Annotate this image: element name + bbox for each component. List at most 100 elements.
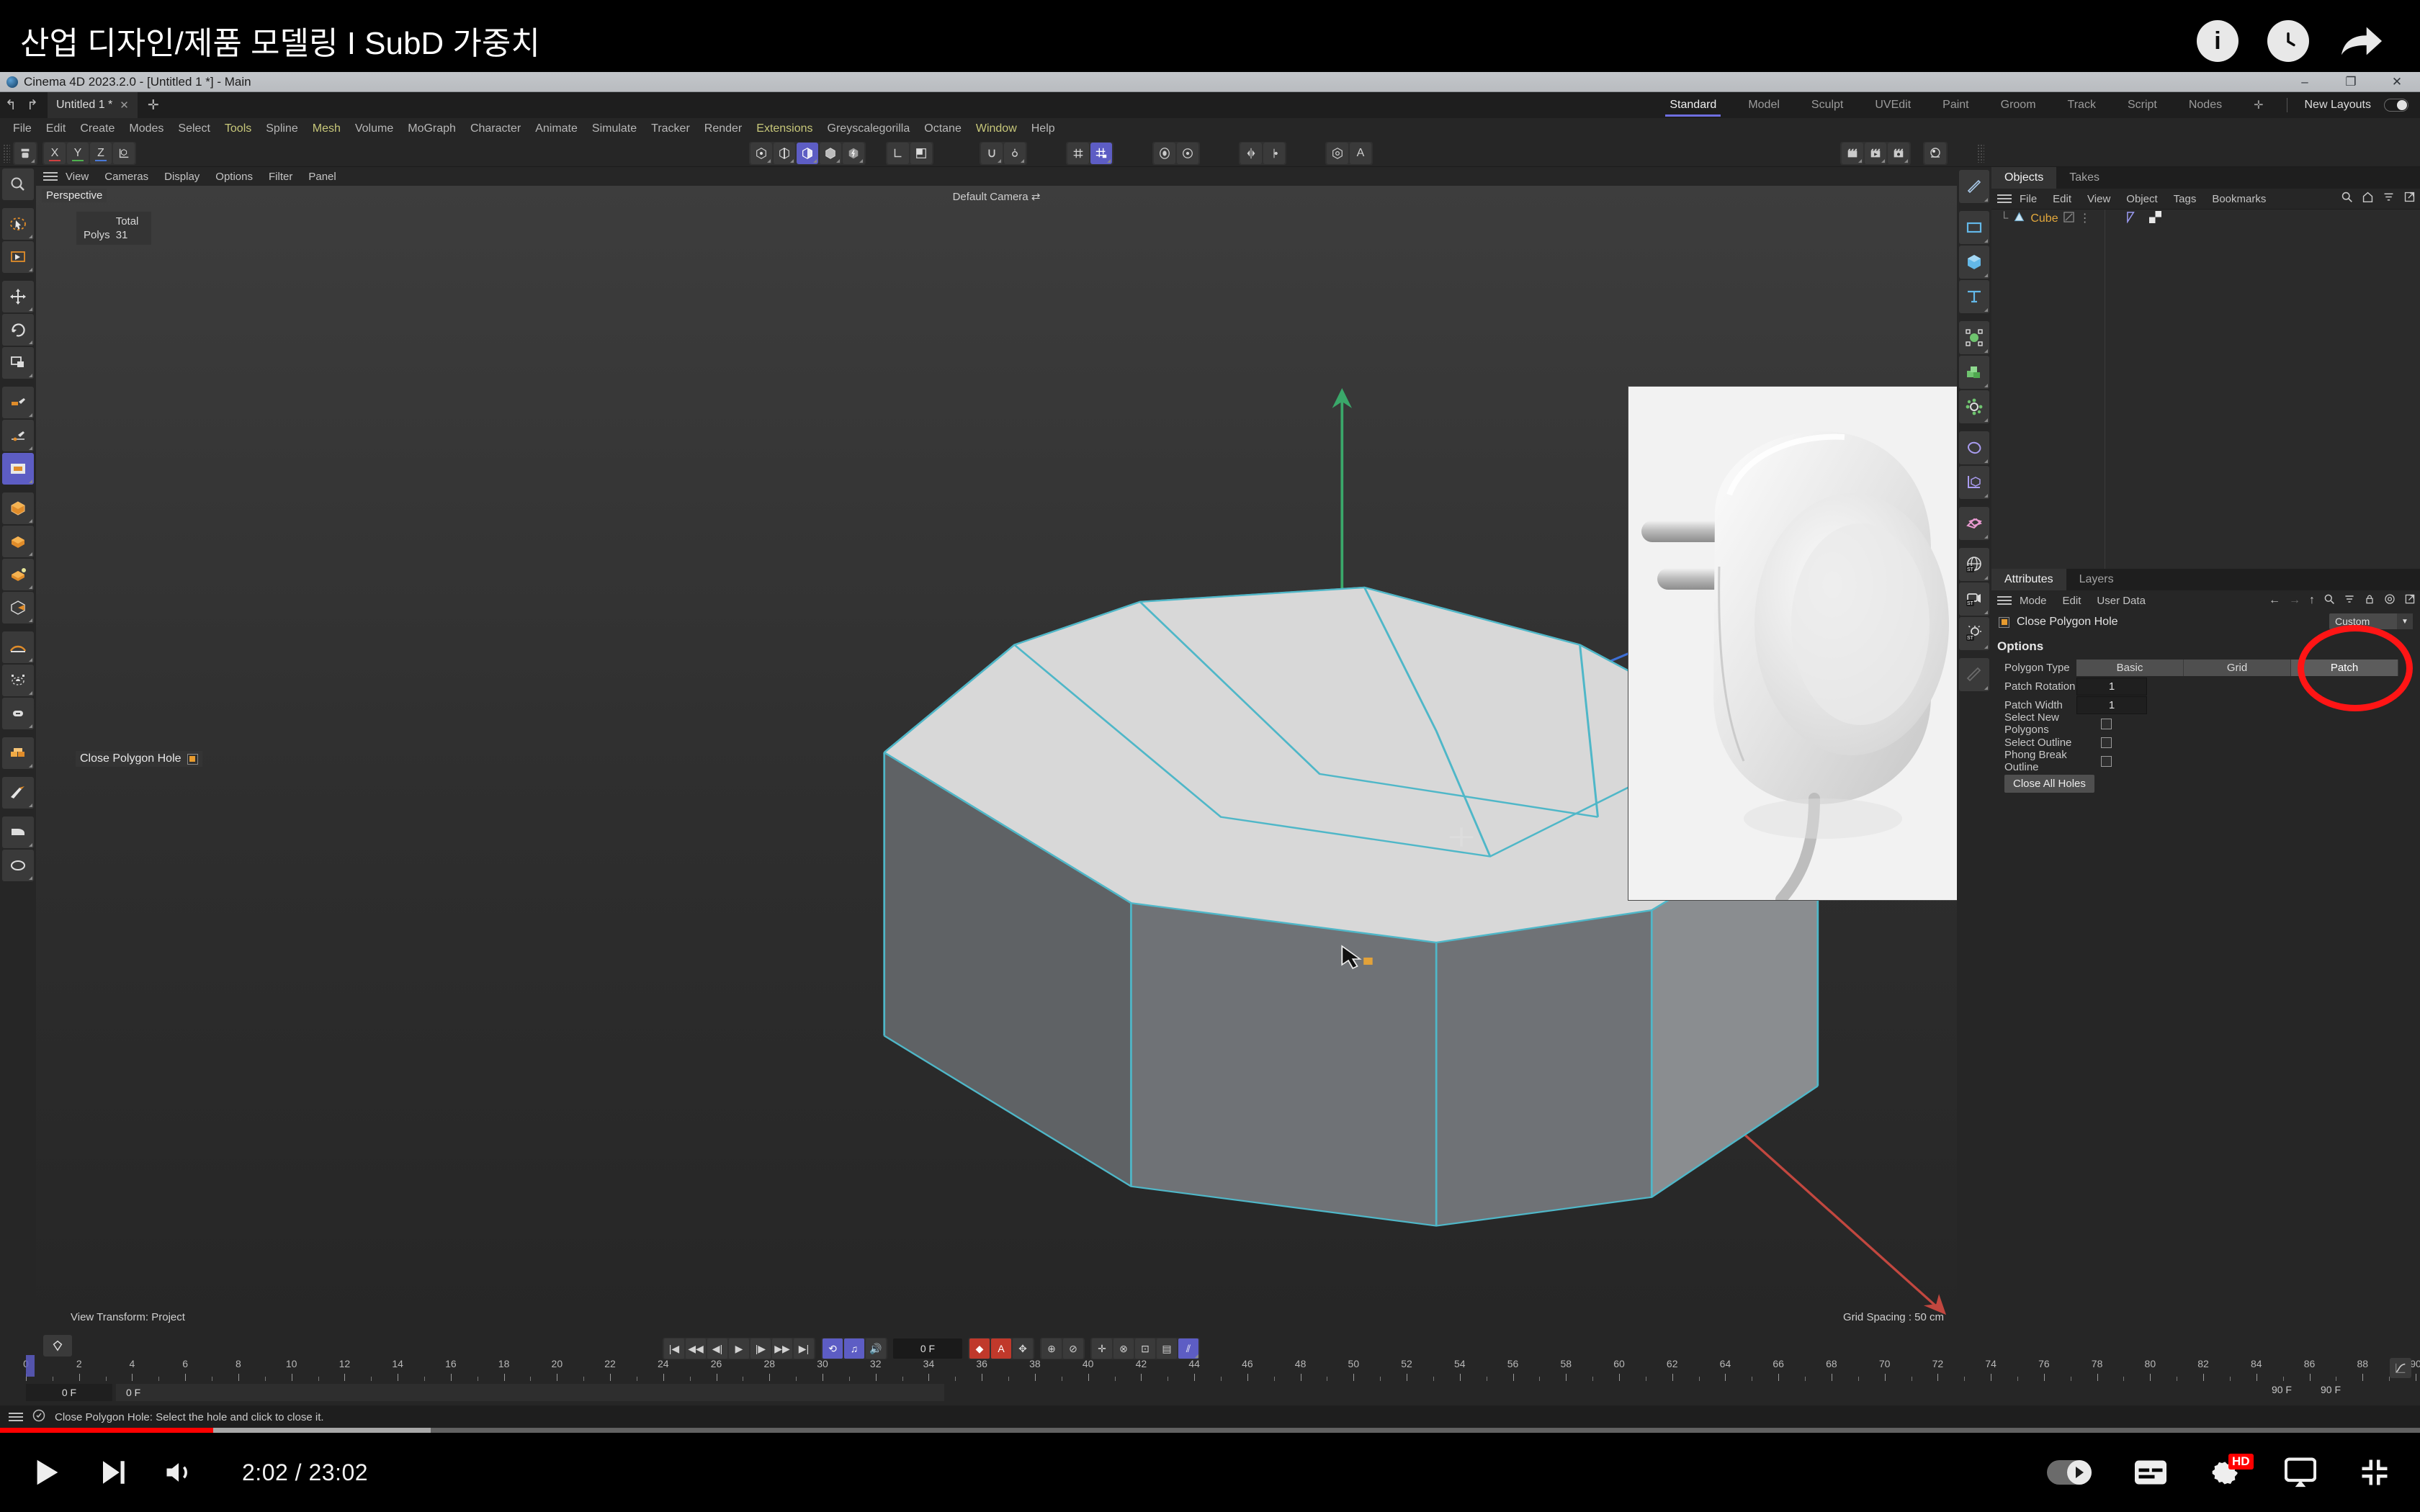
timeline-keys-button[interactable]: ▤	[1157, 1338, 1177, 1359]
viewport-solo-icon[interactable]	[1154, 142, 1175, 164]
record-keyframe-button[interactable]: ◆	[969, 1338, 990, 1359]
attributes-lock-icon[interactable]	[2364, 593, 2375, 608]
exit-fullscreen-icon[interactable]	[2360, 1457, 2390, 1488]
clock-icon[interactable]	[2267, 20, 2309, 62]
objects-menu-view[interactable]: View	[2079, 193, 2118, 205]
status-menu-icon[interactable]	[7, 1413, 23, 1421]
menu-extensions[interactable]: Extensions	[749, 122, 820, 135]
object-axis-icon[interactable]	[887, 142, 909, 164]
viewport-menu-cameras[interactable]: Cameras	[97, 171, 156, 183]
light-object-icon[interactable]: ST	[1959, 617, 1989, 650]
menu-file[interactable]: File	[6, 122, 39, 135]
menu-edit[interactable]: Edit	[39, 122, 73, 135]
attributes-forward-icon[interactable]: →	[2289, 594, 2300, 607]
next-key-button[interactable]: ▶▶	[772, 1338, 792, 1359]
object-tree[interactable]: └ Cube ⋮	[1991, 209, 2420, 569]
youtube-progress-bar[interactable]	[0, 1428, 2420, 1433]
timeline-curve-icon[interactable]	[2390, 1358, 2411, 1378]
menu-animate[interactable]: Animate	[528, 122, 585, 135]
redo-icon[interactable]: ↱	[22, 92, 43, 118]
viewport-settings-icon[interactable]	[1177, 142, 1198, 164]
timeline-range-field[interactable]: 0 F	[116, 1384, 944, 1401]
play-icon[interactable]	[30, 1455, 63, 1490]
attributes-back-icon[interactable]: ←	[2269, 594, 2280, 607]
timeline-ruler[interactable]: 0246810121416182022242628303234363840424…	[23, 1358, 2420, 1382]
symmetry-settings-icon[interactable]	[1263, 142, 1285, 164]
sky-object-icon[interactable]: ST	[1959, 548, 1989, 581]
restore-button[interactable]: ❐	[2328, 72, 2374, 92]
objects-menu-tags[interactable]: Tags	[2166, 193, 2205, 205]
timeline-start-field[interactable]: 0 F	[26, 1384, 112, 1401]
close-all-holes-button[interactable]: Close All Holes	[2004, 775, 2094, 793]
close-document-icon[interactable]: ✕	[120, 99, 129, 112]
preset-dropdown[interactable]: Custom ▼	[2329, 613, 2413, 629]
matrix-extrude-icon[interactable]	[2, 592, 34, 624]
menu-mesh[interactable]: Mesh	[305, 122, 348, 135]
phong-break-outline-checkbox[interactable]	[2101, 755, 2112, 767]
point-mode-icon[interactable]	[750, 142, 772, 164]
layout-tab-model[interactable]: Model	[1732, 92, 1796, 118]
effector-icon[interactable]	[1959, 390, 1989, 423]
workplane-icon[interactable]	[1067, 142, 1089, 164]
autokey-button[interactable]: A	[991, 1338, 1011, 1359]
layout-tab-track[interactable]: Track	[2052, 92, 2112, 118]
model-mode-icon[interactable]	[820, 142, 841, 164]
objects-menu-bookmarks[interactable]: Bookmarks	[2204, 193, 2274, 205]
go-to-start-button[interactable]: |◀	[664, 1338, 684, 1359]
brick-tool-icon[interactable]	[2, 737, 34, 769]
param-key-button[interactable]: ⊗	[1113, 1338, 1134, 1359]
info-icon[interactable]: i	[2197, 20, 2238, 62]
polygon-type-basic[interactable]: Basic	[2076, 659, 2184, 676]
menu-octane[interactable]: Octane	[917, 122, 969, 135]
layout-tab-sculpt[interactable]: Sculpt	[1796, 92, 1859, 118]
layout-tab-script[interactable]: Script	[2112, 92, 2173, 118]
workplane-lock-icon[interactable]	[1090, 142, 1112, 164]
objects-menu-icon[interactable]	[1996, 194, 2012, 203]
mograph-fracture-icon[interactable]	[1959, 356, 1989, 389]
undo-tool-icon[interactable]	[14, 142, 36, 164]
select-outline-checkbox[interactable]	[2101, 737, 2112, 748]
timeline-playhead[interactable]	[26, 1355, 35, 1377]
objects-search-icon[interactable]	[2341, 191, 2353, 207]
object-name[interactable]: Cube	[2030, 212, 2058, 225]
objects-popout-icon[interactable]	[2403, 191, 2416, 207]
timeline-end-field-1[interactable]: 90 F	[2272, 1384, 2292, 1395]
subtitles-icon[interactable]	[2135, 1459, 2166, 1485]
toolbar-grip-right[interactable]	[1977, 143, 1984, 163]
tab-takes[interactable]: Takes	[2056, 167, 2112, 189]
annotation-icon[interactable]: A	[1350, 142, 1371, 164]
layout-tab-nodes[interactable]: Nodes	[2173, 92, 2238, 118]
layout-lock-toggle[interactable]	[2384, 99, 2408, 112]
attributes-menu-mode[interactable]: Mode	[2012, 595, 2055, 607]
material-sphere-icon[interactable]	[1924, 142, 1946, 164]
new-layouts-label[interactable]: New Layouts	[2295, 92, 2382, 118]
axis-lock-z[interactable]: Z	[90, 142, 112, 164]
material-tag-icon[interactable]	[2148, 211, 2161, 227]
enable-axis-icon[interactable]	[910, 142, 932, 164]
bevel-tool-icon[interactable]	[2, 492, 34, 524]
scale-key-button[interactable]: ✛	[1092, 1338, 1112, 1359]
tab-layers[interactable]: Layers	[2066, 569, 2127, 590]
axis-lock-y[interactable]: Y	[67, 142, 89, 164]
texture-mode-icon[interactable]	[843, 142, 864, 164]
weld-tool-icon[interactable]	[2, 665, 34, 696]
attributes-filter-icon[interactable]	[2344, 593, 2355, 608]
menu-spline[interactable]: Spline	[259, 122, 305, 135]
slide-tool-icon[interactable]	[2, 698, 34, 729]
scale-tool-icon[interactable]	[2, 347, 34, 379]
deformer-icon[interactable]	[1959, 431, 1989, 464]
camera-object-icon[interactable]: ST	[1959, 582, 1989, 616]
toolbar-grip[interactable]	[3, 143, 10, 163]
edge-mode-icon[interactable]	[774, 142, 795, 164]
render-view-icon[interactable]	[1842, 142, 1863, 164]
layout-tab-groom[interactable]: Groom	[1985, 92, 2052, 118]
attributes-menu-icon[interactable]	[1996, 596, 2012, 605]
viewport[interactable]: Perspective Default Camera ⇄ Total Polys…	[36, 186, 1957, 1333]
autoplay-toggle[interactable]	[2047, 1460, 2092, 1485]
rectangle-selection-icon[interactable]	[2, 241, 34, 273]
snap-settings-icon[interactable]	[1004, 142, 1026, 164]
attributes-popout-icon[interactable]	[2404, 593, 2416, 608]
rotation-key-button[interactable]: ⊘	[1063, 1338, 1083, 1359]
patch-rotation-input[interactable]: 1	[2076, 677, 2147, 696]
paint-object-icon[interactable]	[1959, 658, 1989, 691]
